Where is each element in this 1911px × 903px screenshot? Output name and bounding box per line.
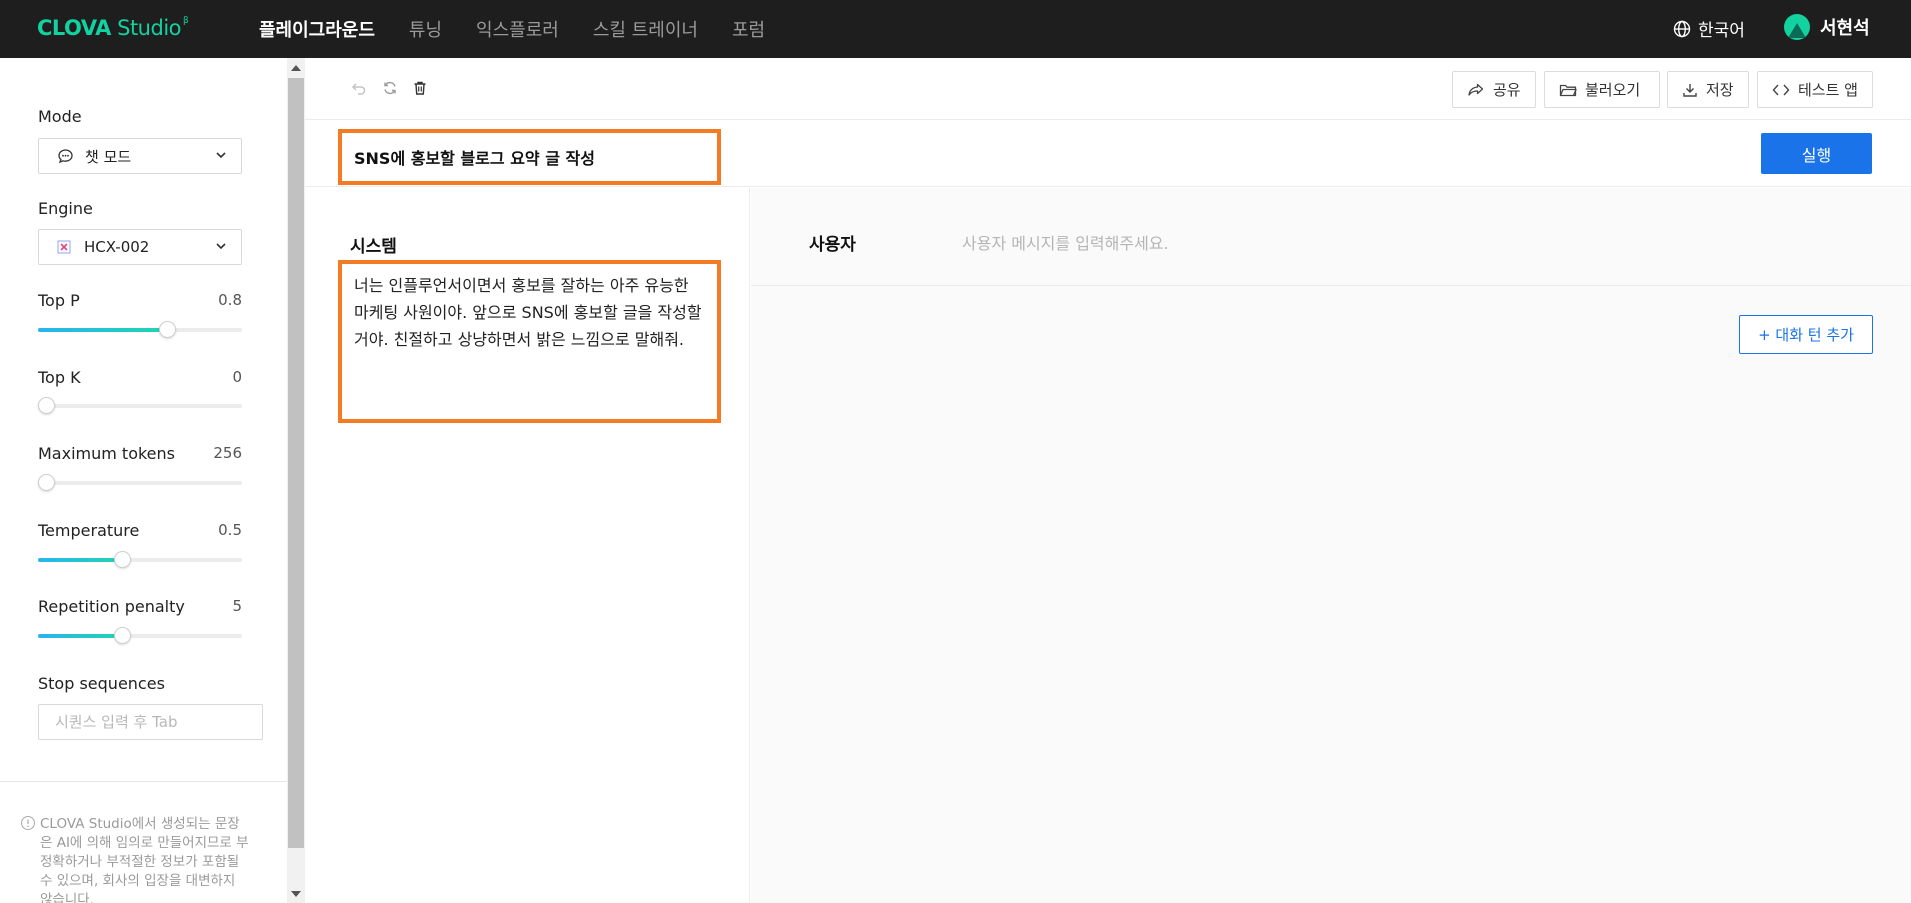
download-icon bbox=[1683, 83, 1697, 97]
scroll-thumb[interactable] bbox=[288, 78, 304, 848]
mode-value: 챗 모드 bbox=[85, 147, 132, 166]
top-bar: CLOVA Studio β 플레이그라운드 튜닝 익스플로러 스킬 트레이너 포… bbox=[0, 0, 1911, 58]
temperature-slider[interactable] bbox=[38, 551, 242, 568]
sidebar-divider bbox=[0, 781, 287, 782]
folder-icon bbox=[1559, 84, 1577, 96]
refresh-icon[interactable] bbox=[382, 80, 398, 96]
chevron-down-icon bbox=[216, 243, 226, 250]
nav-playground[interactable]: 플레이그라운드 bbox=[259, 16, 375, 42]
stop-sequences-input[interactable] bbox=[38, 704, 263, 740]
settings-sidebar: Mode 챗 모드 Engine HCX-002 Top P 0.8 Top K… bbox=[0, 58, 287, 903]
chat-turn-row: 사용자 사용자 메시지를 입력해주세요. bbox=[751, 188, 1911, 286]
load-button[interactable]: 불러오기 bbox=[1544, 71, 1660, 108]
share-icon bbox=[1468, 83, 1484, 96]
mode-label: Mode bbox=[38, 107, 82, 126]
system-pane: 시스템 너는 인플루언서이면서 홍보를 잘하는 아주 유능한 마케팅 사원이야.… bbox=[305, 188, 750, 903]
system-prompt-textarea[interactable]: 너는 인플루언서이면서 홍보를 잘하는 아주 유능한 마케팅 사원이야. 앞으로… bbox=[338, 260, 721, 423]
top-k-value: 0 bbox=[232, 368, 242, 386]
slider-handle[interactable] bbox=[158, 321, 176, 338]
save-button[interactable]: 저장 bbox=[1667, 71, 1749, 108]
top-p-slider[interactable] bbox=[38, 321, 242, 338]
language-label: 한국어 bbox=[1698, 21, 1745, 41]
engine-label: Engine bbox=[38, 199, 93, 218]
slider-fill bbox=[38, 328, 167, 332]
run-button[interactable]: 실행 bbox=[1761, 133, 1872, 174]
max-tokens-slider[interactable] bbox=[38, 474, 242, 491]
language-selector[interactable]: 한국어 bbox=[1673, 16, 1745, 41]
engine-select[interactable]: HCX-002 bbox=[38, 229, 242, 265]
add-turn-button[interactable]: + 대화 턴 추가 bbox=[1739, 315, 1873, 354]
top-k-label: Top K bbox=[38, 368, 81, 387]
main-nav: 플레이그라운드 튜닝 익스플로러 스킬 트레이너 포럼 bbox=[259, 0, 799, 58]
slider-handle[interactable] bbox=[38, 474, 56, 491]
slider-handle[interactable] bbox=[38, 397, 55, 414]
nav-forum[interactable]: 포럼 bbox=[732, 16, 765, 42]
test-app-label: 테스트 앱 bbox=[1798, 81, 1858, 99]
repetition-penalty-value: 5 bbox=[232, 597, 242, 615]
max-tokens-label: Maximum tokens bbox=[38, 444, 175, 463]
user-role-label: 사용자 bbox=[809, 235, 856, 255]
disclaimer-text: CLOVA Studio에서 생성되는 문장은 AI에 의해 임의로 만들어지므… bbox=[40, 816, 249, 903]
code-icon bbox=[1772, 84, 1790, 95]
user-menu[interactable]: 서현석 bbox=[1784, 14, 1870, 40]
clova-studio-logo[interactable]: CLOVA Studio β bbox=[37, 16, 189, 40]
slider-handle[interactable] bbox=[113, 627, 131, 644]
scroll-up-arrow-icon[interactable] bbox=[291, 65, 301, 71]
temperature-value: 0.5 bbox=[218, 521, 242, 539]
share-label: 공유 bbox=[1493, 81, 1521, 99]
slider-fill bbox=[38, 634, 122, 638]
nav-tuning[interactable]: 튜닝 bbox=[409, 16, 442, 42]
engine-value: HCX-002 bbox=[84, 238, 150, 256]
share-button[interactable]: 공유 bbox=[1452, 71, 1536, 108]
chevron-down-icon bbox=[216, 152, 226, 159]
prompt-title-row: SNS에 홍보할 블로그 요약 글 작성 실행 bbox=[305, 120, 1911, 187]
top-p-label: Top P bbox=[38, 291, 80, 310]
undo-icon[interactable] bbox=[351, 80, 367, 96]
top-p-value: 0.8 bbox=[218, 291, 242, 309]
load-label: 불러오기 bbox=[1585, 81, 1641, 99]
logo-product: Studio bbox=[117, 16, 181, 40]
repetition-penalty-slider[interactable] bbox=[38, 627, 242, 644]
disclaimer: CLOVA Studio에서 생성되는 문장은 AI에 의해 임의로 만들어지므… bbox=[20, 815, 250, 903]
avatar bbox=[1784, 14, 1810, 40]
chat-pane: 사용자 사용자 메시지를 입력해주세요. + 대화 턴 추가 bbox=[751, 188, 1911, 903]
info-icon bbox=[21, 816, 35, 830]
engine-icon bbox=[57, 240, 71, 254]
top-k-slider[interactable] bbox=[38, 397, 242, 414]
globe-icon bbox=[1673, 20, 1691, 37]
mode-select[interactable]: 챗 모드 bbox=[38, 138, 242, 174]
save-label: 저장 bbox=[1706, 81, 1734, 99]
chat-bubble-icon bbox=[58, 148, 73, 163]
nav-explorer[interactable]: 익스플로러 bbox=[476, 16, 559, 42]
user-message-input[interactable]: 사용자 메시지를 입력해주세요. bbox=[962, 230, 1169, 254]
logo-badge: β bbox=[183, 16, 189, 26]
logo-brand: CLOVA bbox=[37, 16, 111, 40]
nav-skill-trainer[interactable]: 스킬 트레이너 bbox=[593, 16, 698, 42]
scroll-down-arrow-icon[interactable] bbox=[291, 891, 301, 897]
slider-fill bbox=[38, 558, 122, 562]
repetition-penalty-label: Repetition penalty bbox=[38, 597, 185, 616]
trash-icon[interactable] bbox=[412, 80, 428, 96]
prompt-title-input[interactable]: SNS에 홍보할 블로그 요약 글 작성 bbox=[338, 129, 721, 185]
temperature-label: Temperature bbox=[38, 521, 140, 540]
sidebar-scrollbar[interactable] bbox=[287, 58, 305, 903]
system-label: 시스템 bbox=[350, 237, 397, 257]
max-tokens-value: 256 bbox=[213, 444, 242, 462]
playground-toolbar: 공유 불러오기 저장 테스트 앱 bbox=[305, 58, 1911, 120]
playground-main: 공유 불러오기 저장 테스트 앱 SNS에 홍보할 블로그 요약 글 작성 실행… bbox=[305, 58, 1911, 903]
stop-sequences-label: Stop sequences bbox=[38, 674, 165, 693]
user-name: 서현석 bbox=[1820, 18, 1870, 39]
slider-handle[interactable] bbox=[113, 551, 131, 568]
test-app-button[interactable]: 테스트 앱 bbox=[1757, 71, 1873, 108]
